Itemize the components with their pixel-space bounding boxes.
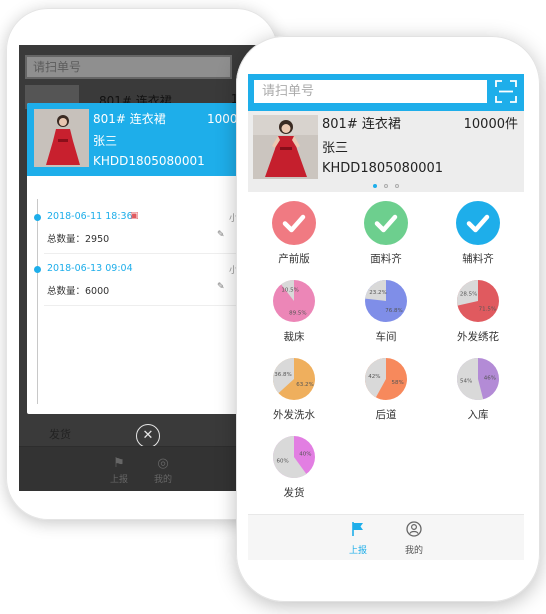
- divider: [44, 305, 244, 306]
- progress-pie: 60% 40%: [273, 436, 315, 478]
- modal-owner-name: 张三: [93, 134, 118, 148]
- pie-slice-label: 60%: [276, 459, 288, 465]
- stage-label: 辅料齐: [462, 253, 494, 265]
- divider: [44, 253, 244, 254]
- back-search-input[interactable]: 请扫单号: [25, 55, 232, 79]
- check-icon: [456, 201, 500, 245]
- order-code: KHDD1805080001: [322, 161, 444, 176]
- front-phone: 请扫单号 801# 连衣裙 10000件 张三 KHDD1805080001 产…: [236, 36, 540, 602]
- timeline-line: [37, 199, 38, 404]
- owner-name: 张三: [322, 141, 349, 156]
- timeline-dot: [34, 214, 41, 221]
- stage-item[interactable]: 辅料齐: [432, 192, 524, 270]
- stage-item[interactable]: 23.2% 76.8% 车间: [340, 270, 432, 348]
- progress-pie: 10.5% 89.5%: [273, 280, 315, 322]
- pie-slice-label: 42%: [368, 374, 380, 380]
- record-qty: 总数量：6000: [47, 286, 110, 297]
- edit-icon[interactable]: ✎: [217, 282, 225, 292]
- progress-pie: 36.8% 63.2%: [273, 358, 315, 400]
- pie-rest-label: 58%: [391, 380, 403, 386]
- scan-button[interactable]: [494, 79, 518, 104]
- stage-label: 车间: [375, 331, 397, 343]
- modal-header: 801# 连衣裙 10000件 张三 KHDD1805080001: [27, 103, 245, 176]
- pie-rest-label: 46%: [484, 376, 496, 382]
- search-bar: 请扫单号: [248, 74, 524, 111]
- progress-pie: 28.5% 71.5%: [457, 280, 499, 322]
- user-icon: [406, 521, 422, 537]
- stage-label: 面料齐: [370, 253, 402, 265]
- stage-label: 产前版: [278, 253, 310, 265]
- pie-rest-label: 76.8%: [385, 308, 402, 314]
- stage-item[interactable]: 54% 46% 入库: [432, 348, 524, 426]
- edit-icon[interactable]: ✎: [217, 230, 225, 240]
- stage-label: 外发绣花: [457, 331, 499, 343]
- modal-order-title: 801# 连衣裙: [93, 112, 166, 126]
- carousel-dot[interactable]: [372, 183, 377, 188]
- pie-slice-label: 10.5%: [281, 288, 298, 294]
- record-date: 2018-06-13 09:04: [47, 263, 133, 274]
- progress-pie: 23.2% 76.8%: [365, 280, 407, 322]
- scan-icon: [495, 80, 517, 103]
- progress-pie: 42% 58%: [365, 358, 407, 400]
- stage-item[interactable]: 28.5% 71.5% 外发绣花: [432, 270, 524, 348]
- back-nav-report[interactable]: ⚑ 上报: [99, 456, 139, 485]
- modal-order-code: KHDD1805080001: [93, 154, 205, 168]
- search-input[interactable]: 请扫单号: [254, 80, 487, 103]
- back-nav-label: 上报: [109, 475, 128, 485]
- pie-rest-label: 63.2%: [296, 382, 313, 388]
- stage-label: 后道: [375, 409, 397, 421]
- front-phone-screen: 请扫单号 801# 连衣裙 10000件 张三 KHDD1805080001 产…: [248, 74, 524, 560]
- back-stage-label: 发货: [49, 428, 71, 441]
- nav-label: 上报: [348, 546, 367, 556]
- user-icon: ◎: [157, 456, 169, 471]
- flag-icon: ⚑: [113, 456, 125, 471]
- stage-item[interactable]: 面料齐: [340, 192, 432, 270]
- pie-slice-label: 23.2%: [369, 290, 386, 296]
- order-title: 801# 连衣裙: [322, 117, 401, 132]
- pie-slice-label: 54%: [460, 379, 472, 385]
- stage-item[interactable]: 42% 58% 后道: [340, 348, 432, 426]
- carousel-dot[interactable]: [384, 183, 388, 188]
- progress-pie: 54% 46%: [457, 358, 499, 400]
- pie-slice-label: 28.5%: [460, 292, 477, 298]
- stage-item[interactable]: 60% 40% 发货: [248, 426, 340, 504]
- stage-label: 外发洗水: [273, 409, 315, 421]
- nav-report[interactable]: 上报: [335, 521, 381, 556]
- record-qty: 总数量：2950: [47, 234, 110, 245]
- carousel-dot[interactable]: [395, 183, 400, 188]
- pie-rest-label: 89.5%: [289, 310, 306, 316]
- stage-item[interactable]: 10.5% 89.5% 裁床: [248, 270, 340, 348]
- record-date: 2018-06-11 18:36: [47, 211, 133, 222]
- stage-item[interactable]: 产前版: [248, 192, 340, 270]
- pie-slice-label: 36.8%: [274, 372, 291, 378]
- stage-label: 入库: [467, 409, 489, 421]
- check-icon: [272, 201, 316, 245]
- image-icon[interactable]: ▣: [130, 211, 139, 221]
- stage-grid: 产前版 面料齐 辅料齐 10.5% 89.5% 裁床 23.2% 76.8% 车间 28.5% 71…: [248, 192, 524, 514]
- close-icon[interactable]: ✕: [136, 424, 160, 448]
- stage-item[interactable]: 36.8% 63.2% 外发洗水: [248, 348, 340, 426]
- product-thumbnail: [253, 115, 318, 179]
- bottom-nav: 上报 我的: [248, 514, 524, 560]
- carousel-dots: [248, 182, 524, 188]
- timeline-dot: [34, 266, 41, 273]
- back-nav-label: 我的: [153, 475, 172, 485]
- flag-icon: [352, 522, 363, 536]
- nav-label: 我的: [404, 546, 423, 556]
- check-icon: [364, 201, 408, 245]
- record-modal: 801# 连衣裙 10000件 张三 KHDD1805080001 2018-0…: [27, 103, 245, 414]
- back-nav-mine[interactable]: ◎ 我的: [143, 456, 183, 485]
- stage-label: 裁床: [283, 331, 305, 343]
- stage-label: 发货: [283, 487, 305, 499]
- order-qty: 10000件: [463, 117, 518, 132]
- pie-rest-label: 71.5%: [479, 307, 496, 313]
- modal-product-thumbnail: [34, 109, 89, 167]
- nav-mine[interactable]: 我的: [391, 521, 437, 556]
- pie-rest-label: 40%: [299, 451, 311, 457]
